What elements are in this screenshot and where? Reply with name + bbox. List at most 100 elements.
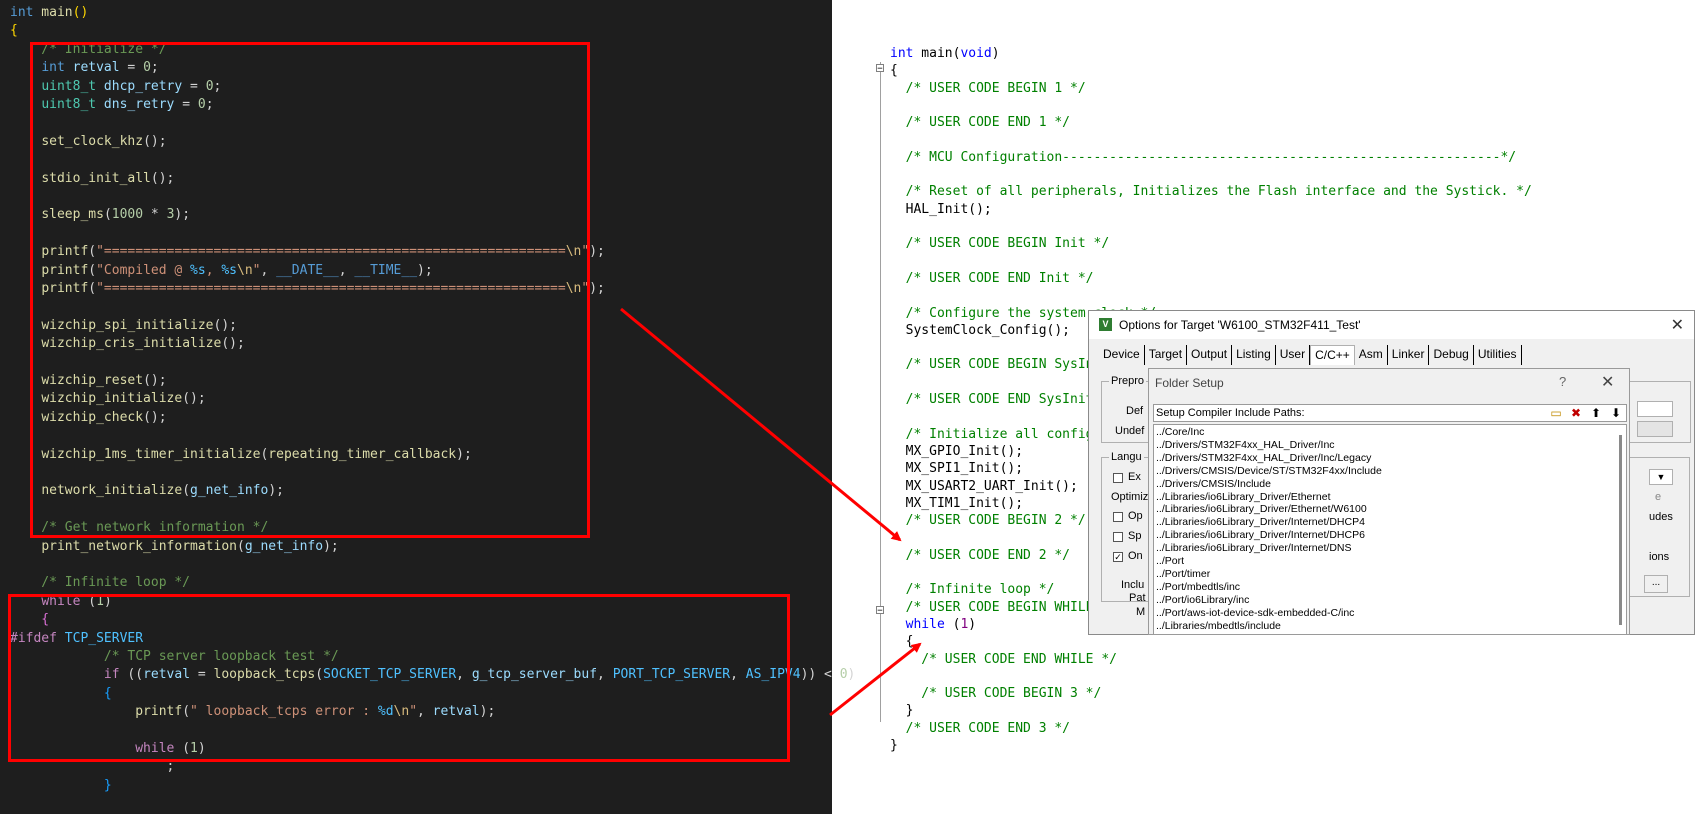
- code-token: )) <: [800, 667, 840, 683]
- code-line: print_network_information(g_net_info);: [10, 538, 339, 556]
- code-line: /* MCU Configuration--------------------…: [890, 149, 1517, 166]
- code-line: while (1): [890, 616, 976, 633]
- code-token: );: [589, 244, 605, 260]
- include-path-item[interactable]: ../Drivers/CMSIS/Device/ST/STM32F4xx/Inc…: [1156, 465, 1382, 478]
- include-paths-list[interactable]: ../Core/Inc ../Drivers/STM32F4xx_HAL_Driv…: [1153, 424, 1627, 634]
- code-token: main(: [913, 46, 961, 61]
- code-token: g_net_info: [244, 538, 324, 554]
- include-path-item[interactable]: ../Port/timer: [1156, 568, 1210, 581]
- delete-icon[interactable]: ✖: [1568, 406, 1584, 420]
- code-token: /* USER CODE END SysInit */: [890, 392, 1117, 407]
- code-token: /* USER CODE END Init */: [890, 270, 1094, 286]
- code-token: /* USER CODE END WHILE */: [890, 651, 1117, 667]
- code-token: /* USER CODE END 2 */: [890, 547, 1071, 563]
- code-line: /* USER CODE END 3 */: [890, 720, 1070, 737]
- paths-label: Pat: [1129, 592, 1146, 604]
- code-line: /* USER CODE BEGIN 2 */: [890, 512, 1086, 529]
- code-token: (: [944, 616, 961, 632]
- code-token: /* Infinite loop */: [890, 582, 1055, 598]
- include-path-item[interactable]: ../Port/io6Library/inc: [1156, 594, 1249, 607]
- include-path-item[interactable]: ../Libraries/mbedtls/include: [1156, 620, 1281, 633]
- include-paths-browse-button[interactable]: ...: [1644, 575, 1668, 593]
- execute-only-checkbox[interactable]: [1113, 473, 1123, 483]
- code-token: );: [323, 538, 339, 554]
- split-checkbox[interactable]: [1113, 532, 1123, 542]
- code-line: /* USER CODE END SysInit */: [890, 391, 1117, 408]
- include-path-item[interactable]: ../Drivers/STM32F4xx_HAL_Driver/Inc/Lega…: [1156, 452, 1371, 465]
- code-token: ): [968, 616, 977, 632]
- undefine-input[interactable]: [1637, 421, 1673, 437]
- close-icon[interactable]: ✕: [1601, 372, 1614, 392]
- code-line: int main(void): [890, 45, 1000, 62]
- tab-listing[interactable]: Listing: [1232, 345, 1276, 365]
- code-token: 0: [839, 667, 848, 683]
- tab-c-c-[interactable]: C/C++: [1310, 345, 1355, 365]
- move-up-icon[interactable]: ⬆: [1588, 406, 1604, 420]
- code-line: }: [890, 702, 914, 719]
- define-input[interactable]: [1637, 401, 1673, 417]
- include-path-item[interactable]: ../Core/Inc: [1156, 426, 1204, 439]
- list-scrollbar[interactable]: [1619, 435, 1622, 625]
- code-token: /* USER CODE BEGIN 3 */: [890, 686, 1102, 702]
- code-token: (): [72, 5, 89, 20]
- code-token: /* USER CODE END 1 */: [890, 115, 1071, 131]
- right-fragment-e: e: [1655, 491, 1662, 503]
- tab-asm[interactable]: Asm: [1355, 345, 1388, 365]
- highlight-box-tcp-server: [8, 594, 790, 762]
- code-line: MX_TIM1_Init();: [890, 495, 1023, 512]
- code-line: /* USER CODE BEGIN 3 */: [890, 685, 1101, 702]
- new-folder-icon[interactable]: ▭: [1548, 406, 1564, 420]
- tab-utilities[interactable]: Utilities: [1474, 345, 1522, 365]
- tab-linker[interactable]: Linker: [1388, 345, 1430, 365]
- include-path-item[interactable]: ../Port/aws-iot-device-sdk-embedded-C/in…: [1156, 607, 1354, 620]
- include-path-item[interactable]: ../Drivers/CMSIS/Include: [1156, 478, 1271, 491]
- right-fragment-ions: ions: [1649, 551, 1670, 563]
- include-path-item[interactable]: ../Port: [1156, 555, 1184, 568]
- code-line: /* Reset of all peripherals, Initializes…: [890, 183, 1532, 200]
- code-token: print_network_information: [41, 538, 237, 554]
- warnings-select[interactable]: ▼: [1649, 469, 1673, 485]
- move-down-icon[interactable]: ⬇: [1608, 406, 1624, 420]
- include-path-item[interactable]: ../Libraries/io6Library_Driver/Ethernet/…: [1156, 503, 1367, 516]
- code-token: /* USER CODE BEGIN Init */: [890, 236, 1110, 252]
- tab-output[interactable]: Output: [1187, 345, 1233, 365]
- preprocessor-group-label: Prepro: [1109, 375, 1147, 387]
- include-path-item[interactable]: ../Drivers/STM32F4xx_HAL_Driver/Inc: [1156, 439, 1335, 452]
- include-path-item[interactable]: ../Libraries/io6Library_Driver/Internet/…: [1156, 529, 1365, 542]
- undefine-label: Undef: [1115, 425, 1145, 437]
- code-token: /* USER CODE END 3 */: [890, 720, 1071, 736]
- optimize-checkbox[interactable]: [1113, 512, 1123, 522]
- tab-target[interactable]: Target: [1145, 345, 1188, 365]
- highlight-box-init: [30, 42, 590, 538]
- code-token: {: [890, 63, 898, 79]
- code-line: /* USER CODE END WHILE */: [890, 651, 1117, 668]
- tab-user[interactable]: User: [1276, 345, 1311, 365]
- include-path-item[interactable]: ../Port/mbedtls/inc: [1156, 581, 1240, 594]
- execute-only-label: Ex: [1128, 471, 1141, 483]
- help-icon[interactable]: ?: [1559, 374, 1566, 389]
- include-label: Inclu: [1121, 579, 1145, 591]
- optimization-label: Optimiz: [1111, 491, 1149, 503]
- define-label: Def: [1126, 405, 1144, 417]
- tab-device[interactable]: Device: [1099, 345, 1145, 365]
- code-token: }: [890, 738, 898, 753]
- code-token: MX_GPIO_Init();: [890, 443, 1024, 459]
- tab-debug[interactable]: Debug: [1429, 345, 1474, 365]
- include-path-item[interactable]: ../Libraries/io6Library_Driver/Internet/…: [1156, 516, 1365, 529]
- code-line: /* USER CODE END 2 */: [890, 547, 1070, 564]
- code-token: (: [236, 538, 245, 554]
- include-path-item[interactable]: ../Libraries/io6Library_Driver/Ethernet: [1156, 491, 1331, 504]
- fold-collapse-icon[interactable]: −: [876, 606, 884, 616]
- code-line: /* USER CODE BEGIN Init */: [890, 235, 1110, 252]
- code-line: /* USER CODE BEGIN WHILE */: [890, 599, 1117, 616]
- optimize-label: Op: [1128, 510, 1143, 522]
- editor-gutter-divider: [880, 62, 881, 722]
- close-icon[interactable]: ✕: [1671, 315, 1684, 335]
- fold-collapse-icon[interactable]: −: [876, 64, 884, 74]
- code-token: }: [890, 703, 914, 719]
- options-dialog-titlebar: V Options for Target 'W6100_STM32F411_Te…: [1089, 311, 1694, 339]
- code-token: }: [10, 777, 112, 793]
- misc-label: M: [1136, 606, 1146, 618]
- one-elf-checkbox[interactable]: ✓: [1113, 552, 1123, 562]
- include-path-item[interactable]: ../Libraries/io6Library_Driver/Internet/…: [1156, 542, 1352, 555]
